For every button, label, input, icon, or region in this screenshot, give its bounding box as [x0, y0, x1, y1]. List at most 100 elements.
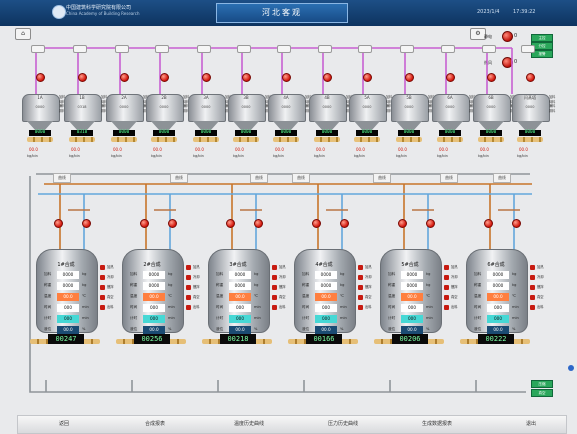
reactor-side-indicator[interactable]: [358, 275, 363, 280]
reactor-side-indicator[interactable]: [100, 265, 105, 270]
silo-valve-2[interactable]: [120, 73, 129, 82]
footer-button-5[interactable]: 退出: [495, 419, 567, 430]
curve-button-2[interactable]: 曲线: [250, 173, 268, 183]
silo-valve-4[interactable]: [202, 73, 211, 82]
silo-pump-2[interactable]: [115, 45, 129, 53]
reactor-valve-right-4[interactable]: [426, 219, 435, 228]
silo-valve-5[interactable]: [242, 73, 251, 82]
reactor-valve-right-0[interactable]: [82, 219, 91, 228]
silo-valve-6[interactable]: [282, 73, 291, 82]
curve-button-1[interactable]: 曲线: [170, 173, 188, 183]
footer-button-1[interactable]: 合成报表: [119, 419, 191, 430]
scroll-indicator-icon[interactable]: [568, 365, 574, 371]
silo-pump-7[interactable]: [318, 45, 332, 53]
reactor-side-indicator[interactable]: [530, 275, 535, 280]
silo-pump-3[interactable]: [155, 45, 169, 53]
reactor-side-indicator[interactable]: [358, 295, 363, 300]
reactor-side-indicator[interactable]: [358, 285, 363, 290]
reactor-valve-right-5[interactable]: [512, 219, 521, 228]
reactor-side-indicator[interactable]: [186, 305, 191, 310]
reactor-valve-right-2[interactable]: [254, 219, 263, 228]
reactor-side-indicator[interactable]: [444, 295, 449, 300]
reactor-row-unit: ℃: [340, 294, 345, 298]
reactor-row: 加料 0000 kg: [44, 271, 96, 282]
silo-pump-5[interactable]: [237, 45, 251, 53]
reactor-valve-left-0[interactable]: [54, 219, 63, 228]
silo-pump-6[interactable]: [277, 45, 291, 53]
curve-button-3[interactable]: 曲线: [292, 173, 310, 183]
footer-button-2[interactable]: 温度历史曲线: [213, 419, 285, 430]
reactor-row-value: 00.0: [143, 326, 165, 334]
reactor-side-indicator[interactable]: [272, 305, 277, 310]
silo-pump-9[interactable]: [400, 45, 414, 53]
reactor-valve-left-5[interactable]: [484, 219, 493, 228]
silo-pump-11[interactable]: [482, 45, 496, 53]
footer-button-4[interactable]: 生成数据报表: [401, 419, 473, 430]
reactor-side-indicator[interactable]: [530, 265, 535, 270]
reactor-row-unit: %: [254, 327, 258, 331]
silo-valve-11[interactable]: [487, 73, 496, 82]
reactor-side-indicator[interactable]: [358, 305, 363, 310]
footer-button-0[interactable]: 返回: [28, 419, 100, 430]
silo-valve-0[interactable]: [36, 73, 45, 82]
reactor-valve-left-1[interactable]: [140, 219, 149, 228]
silo-meter: 00.0: [71, 147, 80, 152]
reactor-row-label: 计时: [130, 316, 138, 320]
reactor-side-indicator[interactable]: [100, 305, 105, 310]
reactor-row-label: 液位: [216, 327, 224, 331]
silo-label: 2A: [121, 95, 127, 100]
reactor-side-indicator[interactable]: [358, 265, 363, 270]
silo-valve-3[interactable]: [160, 73, 169, 82]
reactor-side-label: 真空: [451, 295, 458, 299]
reactor-side-indicator[interactable]: [444, 265, 449, 270]
reactor-side-indicator[interactable]: [444, 305, 449, 310]
reactor-side-indicator[interactable]: [530, 295, 535, 300]
silo-valve-12[interactable]: [526, 73, 535, 82]
reactor-row-unit: kg: [340, 283, 345, 287]
curve-button-5[interactable]: 曲线: [440, 173, 458, 183]
reactor-side-indicator[interactable]: [272, 285, 277, 290]
silo-valve-1[interactable]: [78, 73, 87, 82]
silo-valve-8[interactable]: [363, 73, 372, 82]
reactor-side-indicator[interactable]: [272, 295, 277, 300]
reactor-row-label: 时间: [130, 305, 138, 309]
silo-pump-4[interactable]: [197, 45, 211, 53]
footer-button-3[interactable]: 压力历史曲线: [307, 419, 379, 430]
reactor-side-indicator[interactable]: [530, 305, 535, 310]
reactor-valve-left-2[interactable]: [226, 219, 235, 228]
reactor-side-indicator[interactable]: [272, 265, 277, 270]
silo-pump-12[interactable]: [521, 45, 535, 53]
reactor-row-label: 时间: [216, 305, 224, 309]
reactor-side-indicator[interactable]: [100, 295, 105, 300]
silo-label: 5B: [406, 95, 412, 100]
silo-valve-9[interactable]: [405, 73, 414, 82]
reactor-row-value: 00.0: [229, 293, 251, 301]
reactor-side-indicator[interactable]: [272, 275, 277, 280]
reactor-row-label: 时间: [388, 305, 396, 309]
silo-pump-0[interactable]: [31, 45, 45, 53]
silo-pump-1[interactable]: [73, 45, 87, 53]
silo-base: [233, 137, 259, 142]
curve-button-0[interactable]: 曲线: [53, 173, 71, 183]
curve-button-4[interactable]: 曲线: [373, 173, 391, 183]
reactor-side-indicator[interactable]: [186, 275, 191, 280]
reactor-valve-right-3[interactable]: [340, 219, 349, 228]
reactor-side-indicator[interactable]: [100, 275, 105, 280]
reactor-valve-right-1[interactable]: [168, 219, 177, 228]
curve-button-6[interactable]: 曲线: [493, 173, 511, 183]
silo-pump-8[interactable]: [358, 45, 372, 53]
reactor-row-value: 000: [143, 315, 165, 323]
reactor-side-indicator[interactable]: [186, 295, 191, 300]
reactor-valve-left-4[interactable]: [398, 219, 407, 228]
reactor-side-indicator[interactable]: [186, 265, 191, 270]
reactor-valve-left-3[interactable]: [312, 219, 321, 228]
silo-valve-7[interactable]: [323, 73, 332, 82]
silo-valve-10[interactable]: [446, 73, 455, 82]
reactor-side-indicator[interactable]: [444, 285, 449, 290]
reactor-side-indicator[interactable]: [100, 285, 105, 290]
reactor-side-indicator[interactable]: [444, 275, 449, 280]
silo-pump-10[interactable]: [441, 45, 455, 53]
reactor-side-indicator[interactable]: [186, 285, 191, 290]
silo-capacity: 0000: [159, 105, 169, 109]
reactor-side-indicator[interactable]: [530, 285, 535, 290]
